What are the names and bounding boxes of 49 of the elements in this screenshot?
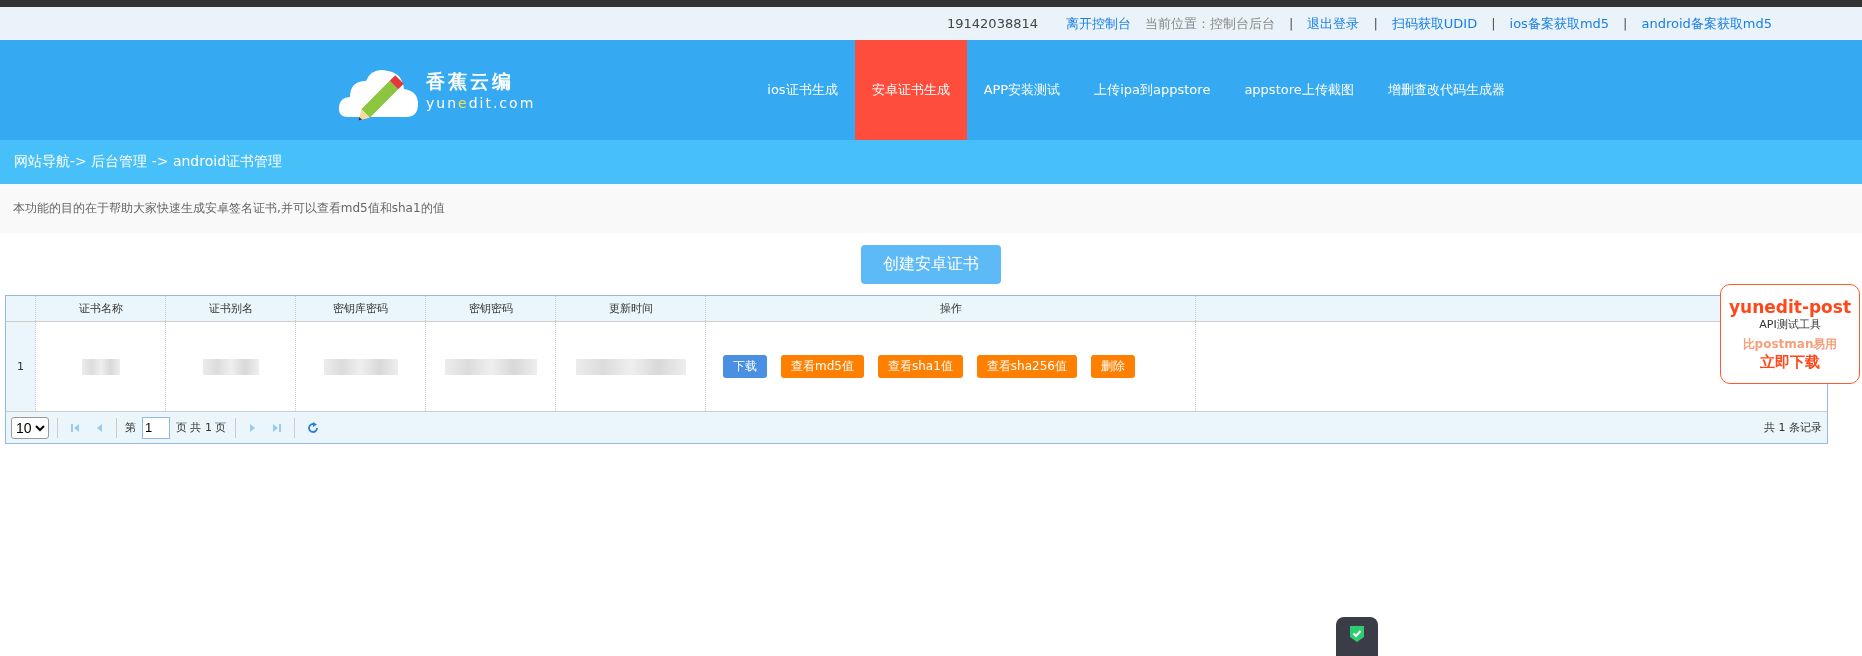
action-button[interactable]: 查看md5值 xyxy=(781,355,864,378)
nav-tab[interactable]: ios证书生成 xyxy=(750,40,855,140)
phone-number: 19142038814 xyxy=(947,16,1038,31)
top-link[interactable]: 扫码获取UDID xyxy=(1391,14,1478,33)
action-button[interactable]: 查看sha256值 xyxy=(976,355,1077,378)
ad-subtitle: API测试工具 xyxy=(1759,317,1821,332)
record-count: 共 1 条记录 xyxy=(1764,420,1822,435)
description-text: 本功能的目的在于帮助大家快速生成安卓签名证书,并可以查看md5值和sha1的值 xyxy=(13,200,445,217)
separator: | xyxy=(1373,16,1378,31)
action-button[interactable]: 下载 xyxy=(723,355,767,378)
nav-tab[interactable]: APP安装测试 xyxy=(966,40,1078,140)
column-header: 密钥库密码 xyxy=(296,296,426,321)
nav-tab[interactable]: 上传ipa到appstore xyxy=(1077,40,1228,140)
page-input[interactable]: 1 xyxy=(142,416,170,439)
shield-check-icon xyxy=(1349,625,1365,643)
top-link[interactable]: 退出登录 xyxy=(1307,14,1360,33)
action-button[interactable]: 删除 xyxy=(1090,355,1135,378)
first-page-icon[interactable] xyxy=(70,422,80,433)
page-count: 页 共 1 页 xyxy=(176,420,227,435)
nav-tab[interactable]: appstore上传截图 xyxy=(1227,40,1371,140)
column-header: 密钥密码 xyxy=(426,296,556,321)
ad-card[interactable]: yunedit-post API测试工具 比postman易用 立即下载 xyxy=(1720,284,1860,384)
last-page-icon[interactable] xyxy=(271,422,282,433)
refresh-icon[interactable] xyxy=(306,421,319,434)
nav-tab[interactable]: 增删查改代码生成器 xyxy=(1370,40,1522,140)
ad-download-link[interactable]: 立即下载 xyxy=(1760,352,1820,372)
logo-domain: yun e dit.com xyxy=(426,95,536,111)
nav-tab[interactable]: 安卓证书生成 xyxy=(854,40,967,140)
security-widget[interactable] xyxy=(1336,617,1378,656)
logo-name: 香蕉云编 xyxy=(426,69,515,94)
ad-title: yunedit-post xyxy=(1728,296,1852,317)
ad-tagline: 比postman易用 xyxy=(1742,335,1838,353)
separator: | xyxy=(1623,16,1628,31)
top-link[interactable]: 离开控制台 xyxy=(1066,14,1131,33)
top-link[interactable]: android备案获取md5 xyxy=(1641,14,1772,33)
column-header: 证书名称 xyxy=(36,296,166,321)
location-text: 当前位置：控制台后台 xyxy=(1145,14,1275,33)
page-label: 第 xyxy=(125,420,136,435)
column-header: 证书别名 xyxy=(166,296,296,321)
separator: | xyxy=(1289,16,1294,31)
column-header: 操作 xyxy=(706,296,1196,321)
create-button[interactable]: 创建安卓证书 xyxy=(861,245,1001,284)
separator: | xyxy=(1491,16,1496,31)
page-size-select[interactable]: 10 xyxy=(11,416,49,439)
row-number: 1 xyxy=(17,360,24,373)
breadcrumb: 网站导航-> 后台管理 -> android证书管理 xyxy=(14,153,283,171)
column-header: 更新时间 xyxy=(556,296,706,321)
top-link[interactable]: ios备案获取md5 xyxy=(1509,14,1610,33)
action-button[interactable]: 查看sha1值 xyxy=(877,355,963,378)
